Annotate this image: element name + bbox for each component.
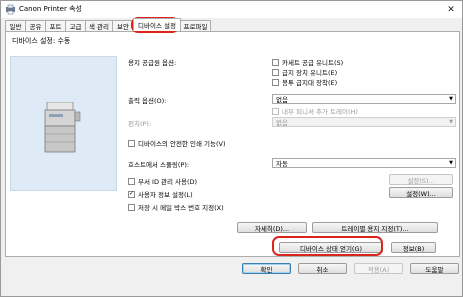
tray-paper-settings-button[interactable]: 트레이별 용지 지정(T)... [312,222,438,233]
help-button[interactable]: 도움말 [410,263,459,274]
close-icon: ✕ [447,4,455,15]
punch-label: 펀치(P): [128,120,152,128]
cassette-feed-unit-checkbox[interactable]: 카세트 공급 유니트(S) [272,57,343,67]
device-settings-mode: 디바이스 설정: 수동 [12,37,71,45]
checkbox-label: 사용자 정보 설정(L) [138,191,193,199]
checkbox-box [128,203,135,211]
spooling-select[interactable]: 자동 ▼ [272,158,456,168]
checkbox-label: 카세트 공급 유니트(S) [282,59,344,67]
envelope-feeder-checkbox[interactable]: 봉투 급지대 장착(E) [272,77,337,87]
get-device-status-button[interactable]: 디바이스 상태 얻기(G) [279,242,383,253]
tab-strip: 일반 공유 포트 고급 색 관리 보안 디바이스 설정 프로파일 [5,18,460,31]
printer-app-icon [6,4,15,15]
ok-button[interactable]: 확인 [242,263,291,274]
checkbox-box: ✓ [128,190,135,198]
info-button[interactable]: 정보(B) [391,242,436,253]
checkbox-label: 디바이스의 안전한 인쇄 기능(V) [138,140,226,148]
checkbox-box [272,58,279,66]
window-title: Canon Printer 속성 [19,5,82,13]
secure-print-checkbox[interactable]: 디바이스의 안전한 인쇄 기능(V) [128,138,225,148]
user-info-settings-button[interactable]: 설정(W)... [389,187,453,198]
printer-device-icon [44,102,81,153]
output-options-value: 없음 [276,96,288,104]
mailbox-number-checkbox[interactable]: 저장 시 메일 박스 번호 지정(X) [128,202,224,212]
user-info-checkbox[interactable]: ✓ 사용자 정보 설정(L) [128,189,193,199]
chevron-down-icon: ▼ [449,119,453,125]
paper-source-label: 용지 공급원 옵션: [128,59,177,67]
checkbox-label: 봉투 급지대 장착(E) [282,79,338,87]
device-settings-panel: 디바이스 설정: 수동 용지 공급원 옵션: 카세트 공급 유니트(S) 급지 … [5,31,460,257]
checkbox-box [272,78,279,86]
printer-properties-window: Canon Printer 속성 ✕ 일반 공유 포트 고급 색 관리 보안 디… [0,0,463,297]
tab-color-management[interactable]: 색 관리 [85,20,113,31]
close-button[interactable]: ✕ [444,3,458,16]
tab-sharing[interactable]: 공유 [25,20,46,31]
checkbox-label: 저장 시 메일 박스 번호 지정(X) [138,204,224,212]
tab-security[interactable]: 보안 [112,20,134,31]
tab-ports[interactable]: 포트 [45,20,66,31]
title-bar: Canon Printer 속성 ✕ [1,1,462,18]
checkbox-label: 내부 피니셔 추가 트레이(H) [282,108,358,116]
checkbox-box [128,177,135,185]
apply-button[interactable]: 적용(A) [354,263,403,274]
output-options-label: 출력 옵션(O): [128,97,167,105]
dept-id-settings-button[interactable]: 설정(S)... [389,174,453,185]
chevron-down-icon: ▼ [449,160,453,166]
punch-select[interactable]: 없음 ▼ [272,117,456,127]
tab-device-settings[interactable]: 디바이스 설정 [133,18,181,31]
tab-general[interactable]: 일반 [5,20,26,31]
output-options-select[interactable]: 없음 ▼ [272,94,456,104]
details-button[interactable]: 자세히(D)... [237,222,307,233]
cancel-button[interactable]: 취소 [298,263,347,274]
tab-profile[interactable]: 프로파일 [180,20,211,31]
paper-feed-unit-checkbox[interactable]: 급지 장치 유니트(E) [272,67,337,77]
dept-id-checkbox[interactable]: 부서 ID 관리 사용(D) [128,176,197,186]
inner-finisher-tray-checkbox[interactable]: 내부 피니셔 추가 트레이(H) [272,106,358,116]
printer-preview [10,56,117,191]
checkbox-label: 부서 ID 관리 사용(D) [138,178,198,186]
checkbox-label: 급지 장치 유니트(E) [282,69,338,77]
spooling-value: 자동 [276,160,288,168]
tab-advanced[interactable]: 고급 [65,20,86,31]
punch-value: 없음 [276,119,288,127]
checkbox-box [272,68,279,76]
checkbox-box [272,107,279,115]
spooling-label: 호스트에서 스풀링(P): [128,161,190,169]
checkbox-box [128,139,135,147]
chevron-down-icon: ▼ [449,96,453,102]
